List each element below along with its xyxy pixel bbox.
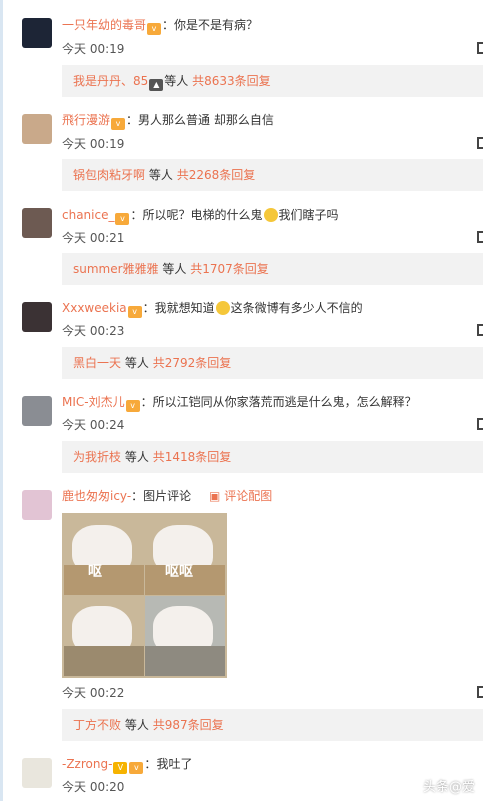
reply-mid-text: 等人: [124, 718, 149, 732]
reply-user[interactable]: summer雅雅雅: [73, 262, 159, 276]
avatar[interactable]: [22, 208, 52, 238]
username[interactable]: 鹿也匆匆icy-: [62, 489, 131, 503]
reply-mid-text: 等人: [148, 168, 173, 182]
reply-user[interactable]: 丁方不败: [73, 718, 121, 732]
reply-total-link[interactable]: 共987条回复: [153, 718, 224, 732]
reply-summary[interactable]: summer雅雅雅 等人 共1707条回复: [62, 253, 483, 285]
left-border: [0, 0, 3, 801]
comment-time: 今天 00:23: [62, 324, 125, 338]
comment-text: 男人那么普通 却那么自信: [138, 113, 274, 127]
reply-total-link[interactable]: 共2792条回复: [153, 356, 232, 370]
colon-separator: ：: [126, 113, 139, 127]
reply-total-link[interactable]: 共1418条回复: [153, 450, 232, 464]
comment-time: 今天 00:24: [62, 418, 125, 432]
avatar[interactable]: [22, 18, 52, 48]
reply-user[interactable]: 黑白一天: [73, 356, 121, 370]
username[interactable]: Xxxweekia: [62, 301, 127, 315]
grin-emoji-icon: [263, 208, 278, 222]
avatar[interactable]: [22, 114, 52, 144]
reply-summary[interactable]: 锅包肉粘牙啊 等人 共2268条回复: [62, 159, 483, 191]
grad-cap-icon: ▲: [149, 79, 164, 91]
comment-text: 我吐了: [156, 757, 193, 771]
comment-time: 今天 00:19: [62, 137, 125, 151]
vip-badge-icon: v: [111, 118, 126, 130]
username[interactable]: 飛行漫游: [62, 113, 110, 127]
reply-user[interactable]: 锅包肉粘牙啊: [73, 168, 145, 182]
avatar[interactable]: [22, 396, 52, 426]
comment-time: 今天 00:19: [62, 42, 125, 56]
reply-total-link[interactable]: 共8633条回复: [192, 74, 271, 88]
comment-text: 所以江铠同从你家落荒而逃是什么鬼，怎么解释？: [152, 395, 417, 409]
smile-emoji-icon: [215, 301, 230, 315]
reply-total-link[interactable]: 共2268条回复: [177, 168, 256, 182]
reply-user[interactable]: 为我折枝: [73, 450, 121, 464]
image-cell: [145, 596, 225, 676]
avatar[interactable]: [22, 490, 52, 520]
colon-separator: ：: [162, 18, 175, 32]
comment-image-link[interactable]: 评论配图: [224, 489, 272, 503]
reply-mid-text: 等人: [162, 262, 187, 276]
colon-separator: ：: [144, 757, 157, 771]
colon-separator: ：: [130, 208, 143, 222]
vip-badge-icon: v: [129, 762, 144, 774]
reply-mid-text: 等人: [124, 356, 149, 370]
comment-text: 我就想知道: [154, 301, 215, 315]
colon-separator: ：: [142, 301, 155, 315]
colon-separator: ：: [131, 489, 144, 503]
username[interactable]: chanice_: [62, 208, 114, 222]
more-options-icon[interactable]: [477, 686, 483, 698]
reply-mid-text: 等人: [164, 74, 189, 88]
avatar[interactable]: [22, 302, 52, 332]
more-options-icon[interactable]: [477, 324, 483, 336]
vip-badge-icon: v: [147, 23, 162, 35]
image-text: 呕: [88, 564, 102, 580]
reply-summary[interactable]: 我是丹丹、85 ▲ 等人 共8633条回复: [62, 65, 483, 97]
reply-user[interactable]: 我是丹丹、85: [73, 74, 148, 88]
image-text: 呕呕: [165, 564, 193, 580]
comment-time: 今天 00:21: [62, 231, 125, 245]
vip-badge-icon: v: [127, 306, 142, 318]
reply-summary[interactable]: 丁方不败 等人 共987条回复: [62, 709, 483, 741]
comment-text: 图片评论: [143, 489, 192, 503]
more-options-icon[interactable]: [477, 418, 483, 430]
colon-separator: ：: [140, 395, 153, 409]
image-cell: 呕: [64, 515, 144, 595]
comment-time: 今天 00:22: [62, 686, 125, 700]
username[interactable]: -Zzrong-: [62, 757, 112, 771]
reply-total-link[interactable]: 共1707条回复: [190, 262, 269, 276]
comment-text-continued: 这条微博有多少人不信的: [230, 301, 363, 315]
image-cell: 呕呕: [145, 515, 225, 595]
comment-text: 你是不是有病？: [174, 18, 259, 32]
comment-time: 今天 00:20: [62, 780, 125, 794]
more-options-icon[interactable]: [477, 137, 483, 149]
vip-badge-icon: v: [115, 213, 130, 225]
avatar[interactable]: [22, 758, 52, 788]
comment-text-continued: 我们瞎子吗: [278, 208, 339, 222]
reply-summary[interactable]: 为我折枝 等人 共1418条回复: [62, 441, 483, 473]
watermark: 头条@爱: [422, 780, 475, 795]
vip-badge-icon: v: [125, 400, 140, 412]
more-options-icon[interactable]: [477, 42, 483, 54]
verified-v-icon: V: [113, 762, 128, 774]
more-options-icon[interactable]: [477, 231, 483, 243]
image-cell: [64, 596, 144, 676]
username[interactable]: MIC-刘杰儿: [62, 395, 125, 409]
comment-text: 所以呢？电梯的什么鬼: [142, 208, 263, 222]
reply-mid-text: 等人: [124, 450, 149, 464]
reply-summary[interactable]: 黑白一天 等人 共2792条回复: [62, 347, 483, 379]
username[interactable]: 一只年幼的毒哥: [62, 18, 146, 32]
image-icon: ▣: [209, 489, 221, 503]
comment-image[interactable]: 呕 呕呕: [62, 513, 227, 678]
